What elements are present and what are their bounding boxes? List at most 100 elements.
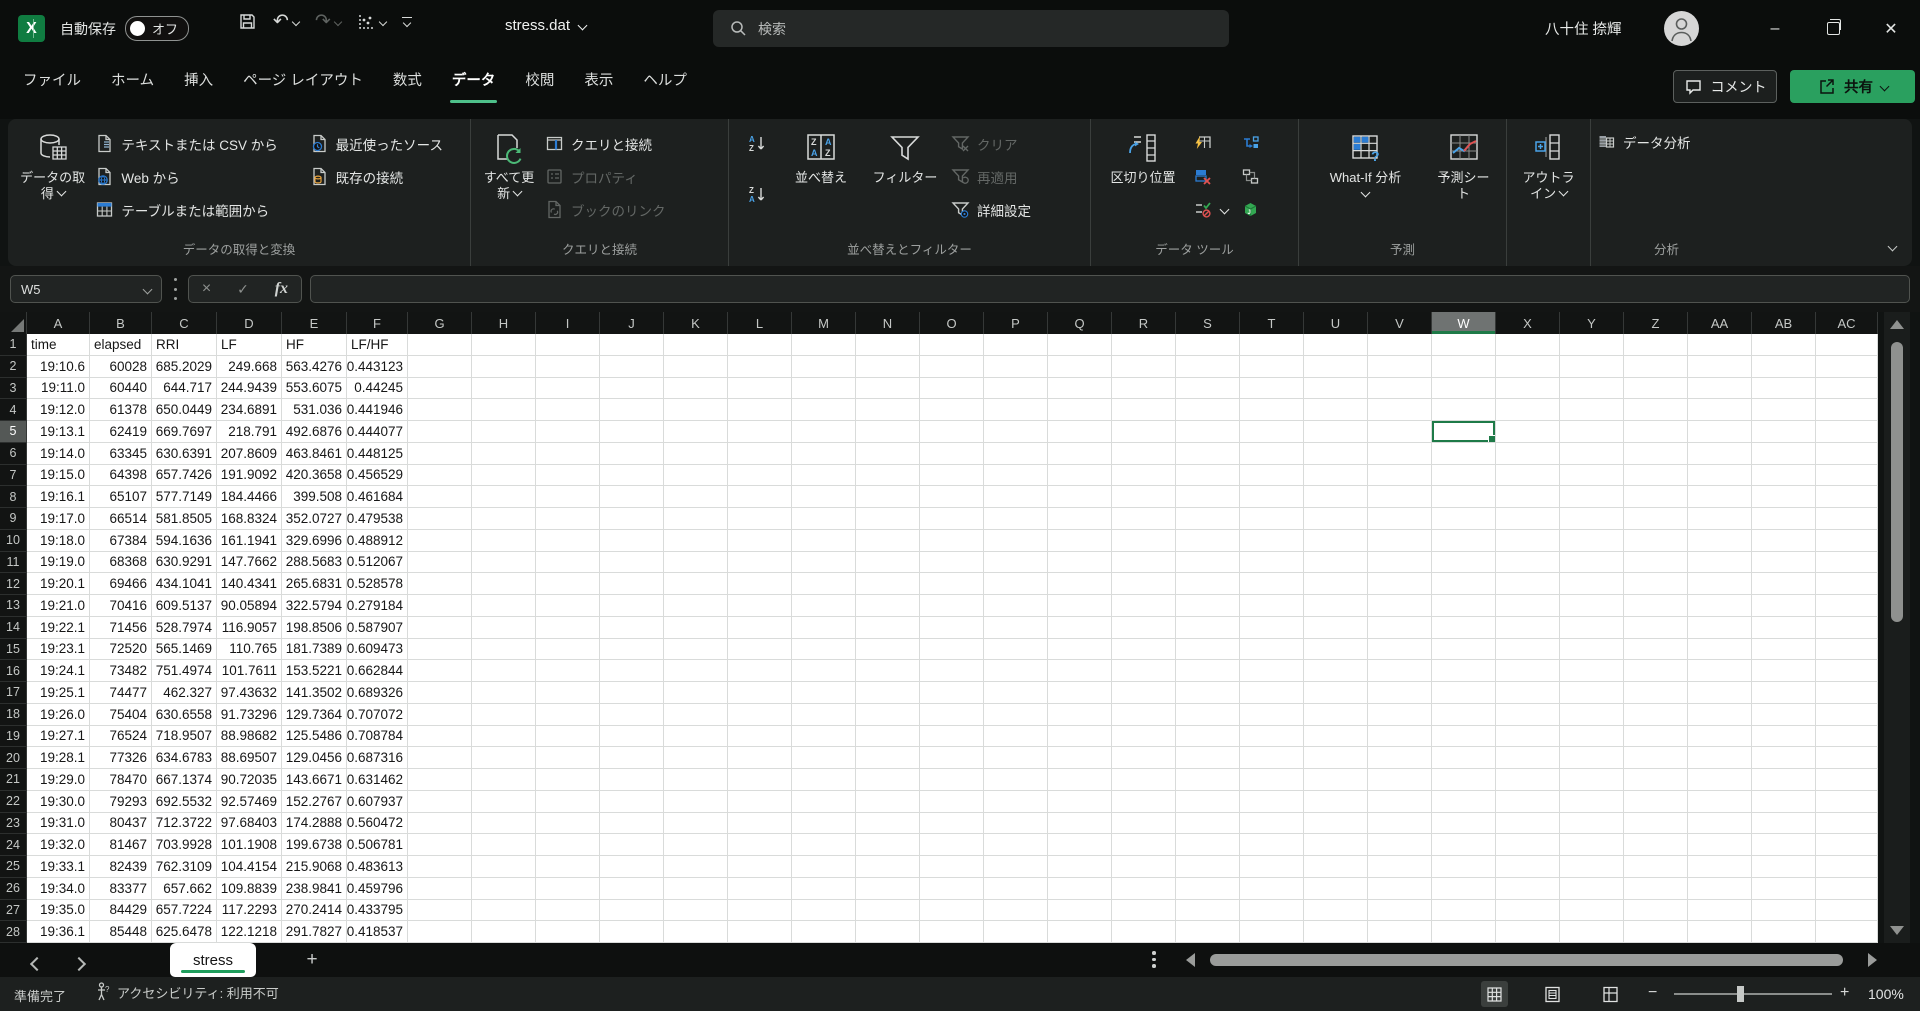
cell-C28[interactable]: 625.6478 xyxy=(152,921,217,943)
cell-P1[interactable] xyxy=(984,334,1048,356)
cell-H1[interactable] xyxy=(472,334,536,356)
zoom-slider-track[interactable] xyxy=(1674,993,1832,995)
cell-K4[interactable] xyxy=(664,399,728,421)
cell-P20[interactable] xyxy=(984,747,1048,769)
cell-F10[interactable]: 0.488912 xyxy=(347,530,408,552)
cell-E9[interactable]: 352.0727 xyxy=(282,508,347,530)
cell-W12[interactable] xyxy=(1432,573,1496,595)
cell-U16[interactable] xyxy=(1304,660,1368,682)
cell-Y19[interactable] xyxy=(1560,726,1624,748)
cell-N25[interactable] xyxy=(856,856,920,878)
cell-S3[interactable] xyxy=(1176,378,1240,400)
cell-O11[interactable] xyxy=(920,552,984,574)
from-text-csv-button[interactable]: テキストまたは CSV から xyxy=(95,131,305,156)
cell-D8[interactable]: 184.4466 xyxy=(217,486,282,508)
cell-S25[interactable] xyxy=(1176,856,1240,878)
cell-J9[interactable] xyxy=(600,508,664,530)
cell-AB9[interactable] xyxy=(1752,508,1816,530)
cell-W22[interactable] xyxy=(1432,791,1496,813)
cell-V5[interactable] xyxy=(1368,421,1432,443)
cell-R23[interactable] xyxy=(1112,813,1176,835)
cell-G4[interactable] xyxy=(408,399,472,421)
cell-K3[interactable] xyxy=(664,378,728,400)
cell-M12[interactable] xyxy=(792,573,856,595)
cell-W8[interactable] xyxy=(1432,486,1496,508)
cell-O10[interactable] xyxy=(920,530,984,552)
cell-E10[interactable]: 329.6996 xyxy=(282,530,347,552)
cell-J1[interactable] xyxy=(600,334,664,356)
page-layout-view-button[interactable] xyxy=(1539,981,1566,1007)
cell-D3[interactable]: 244.9439 xyxy=(217,378,282,400)
cell-S22[interactable] xyxy=(1176,791,1240,813)
cell-AC13[interactable] xyxy=(1816,595,1878,617)
cell-Q22[interactable] xyxy=(1048,791,1112,813)
cell-K8[interactable] xyxy=(664,486,728,508)
cell-R4[interactable] xyxy=(1112,399,1176,421)
cell-O24[interactable] xyxy=(920,834,984,856)
cell-P24[interactable] xyxy=(984,834,1048,856)
cell-Y27[interactable] xyxy=(1560,900,1624,922)
cell-F17[interactable]: 0.689326 xyxy=(347,682,408,704)
cell-I18[interactable] xyxy=(536,704,600,726)
cell-AA21[interactable] xyxy=(1688,769,1752,791)
cell-Y23[interactable] xyxy=(1560,813,1624,835)
vertical-scrollbar[interactable] xyxy=(1884,312,1910,943)
cell-N3[interactable] xyxy=(856,378,920,400)
cell-T24[interactable] xyxy=(1240,834,1304,856)
row-header-21[interactable]: 21 xyxy=(0,769,27,791)
row-header-19[interactable]: 19 xyxy=(0,726,27,748)
cell-W26[interactable] xyxy=(1432,878,1496,900)
cell-W13[interactable] xyxy=(1432,595,1496,617)
cell-I17[interactable] xyxy=(536,682,600,704)
cell-D12[interactable]: 140.4341 xyxy=(217,573,282,595)
cell-C24[interactable]: 703.9928 xyxy=(152,834,217,856)
cell-S20[interactable] xyxy=(1176,747,1240,769)
cell-O3[interactable] xyxy=(920,378,984,400)
cell-I15[interactable] xyxy=(536,639,600,661)
cell-AC28[interactable] xyxy=(1816,921,1878,943)
cell-Z18[interactable] xyxy=(1624,704,1688,726)
cell-N17[interactable] xyxy=(856,682,920,704)
cell-E17[interactable]: 141.3502 xyxy=(282,682,347,704)
cell-N10[interactable] xyxy=(856,530,920,552)
cell-S13[interactable] xyxy=(1176,595,1240,617)
cell-J15[interactable] xyxy=(600,639,664,661)
cell-V18[interactable] xyxy=(1368,704,1432,726)
cell-AB14[interactable] xyxy=(1752,617,1816,639)
column-header-K[interactable]: K xyxy=(664,312,728,334)
cell-E26[interactable]: 238.9841 xyxy=(282,878,347,900)
cell-H22[interactable] xyxy=(472,791,536,813)
cell-W6[interactable] xyxy=(1432,443,1496,465)
cell-R19[interactable] xyxy=(1112,726,1176,748)
cell-I19[interactable] xyxy=(536,726,600,748)
cell-C2[interactable]: 685.2029 xyxy=(152,356,217,378)
cell-F15[interactable]: 0.609473 xyxy=(347,639,408,661)
cell-L8[interactable] xyxy=(728,486,792,508)
qat-chart-dropdown-icon[interactable] xyxy=(379,17,387,25)
cell-T17[interactable] xyxy=(1240,682,1304,704)
cell-O5[interactable] xyxy=(920,421,984,443)
cell-G2[interactable] xyxy=(408,356,472,378)
cell-E19[interactable]: 125.5486 xyxy=(282,726,347,748)
cell-O28[interactable] xyxy=(920,921,984,943)
cell-L15[interactable] xyxy=(728,639,792,661)
cell-B21[interactable]: 78470 xyxy=(90,769,152,791)
cell-U27[interactable] xyxy=(1304,900,1368,922)
sort-ascending-button[interactable]: AZ xyxy=(748,131,767,156)
row-header-14[interactable]: 14 xyxy=(0,617,27,639)
cell-P10[interactable] xyxy=(984,530,1048,552)
new-sheet-button[interactable]: + xyxy=(300,948,324,972)
cell-N11[interactable] xyxy=(856,552,920,574)
cell-AA9[interactable] xyxy=(1688,508,1752,530)
cell-AB13[interactable] xyxy=(1752,595,1816,617)
cell-X3[interactable] xyxy=(1496,378,1560,400)
cell-AC1[interactable] xyxy=(1816,334,1878,356)
cell-AB25[interactable] xyxy=(1752,856,1816,878)
cell-V1[interactable] xyxy=(1368,334,1432,356)
cell-F9[interactable]: 0.479538 xyxy=(347,508,408,530)
title-dropdown-icon[interactable] xyxy=(578,21,588,31)
cell-F18[interactable]: 0.707072 xyxy=(347,704,408,726)
cell-AC7[interactable] xyxy=(1816,465,1878,487)
cell-Z21[interactable] xyxy=(1624,769,1688,791)
column-header-O[interactable]: O xyxy=(920,312,984,334)
